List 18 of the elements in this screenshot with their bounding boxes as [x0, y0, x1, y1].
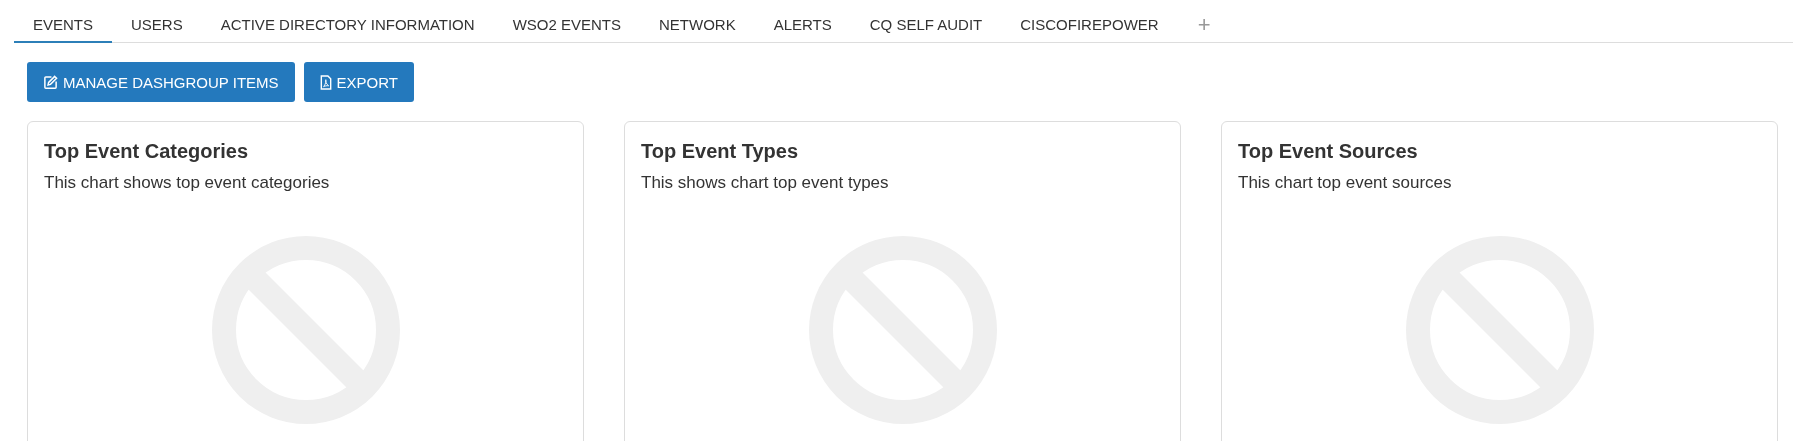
tab[interactable]: WSO2 EVENTS: [493, 8, 640, 43]
card-description: This chart shows top event categories: [44, 173, 331, 193]
tab[interactable]: CQ SELF AUDIT: [850, 8, 1002, 43]
tab[interactable]: NETWORK: [640, 8, 755, 43]
pdf-file-icon: [319, 74, 332, 90]
card-title: Top Event Categories: [44, 140, 250, 163]
card-title: Top Event Types: [641, 140, 800, 163]
tab[interactable]: ALERTS: [754, 8, 851, 43]
tab[interactable]: EVENTS: [14, 8, 112, 43]
tab[interactable]: USERS: [112, 8, 202, 43]
tab[interactable]: ACTIVE DIRECTORY INFORMATION: [201, 8, 494, 43]
manage-button[interactable]: MANAGE DASHGROUP ITEMS: [27, 62, 295, 102]
card-description: This shows chart top event types: [641, 173, 890, 193]
tab[interactable]: CISCOFIREPOWER: [1001, 8, 1178, 43]
edit-icon: [43, 74, 58, 90]
card-title: Top Event Sources: [1238, 140, 1419, 163]
export-button[interactable]: EXPORT: [303, 62, 414, 102]
card-description: This chart top event sources: [1238, 173, 1453, 193]
